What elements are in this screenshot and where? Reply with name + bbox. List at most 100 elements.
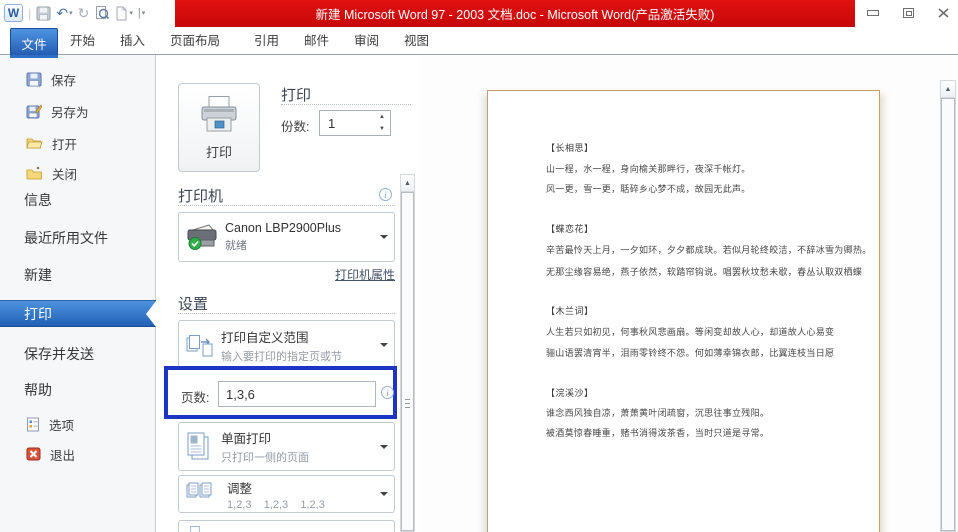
scrollbar-thumb[interactable]	[401, 192, 414, 531]
poem-line: 辛苦最怜天上月，一夕如环，夕夕都成玦。若似月轮终皎洁，不辞冰雪为卿热。	[546, 245, 872, 255]
toolbar-separator: |	[28, 5, 32, 21]
print-preview-icon	[96, 6, 110, 20]
close-folder-icon	[26, 166, 42, 180]
printer-select-dropdown[interactable]: Canon LBP2900Plus 就绪	[178, 212, 395, 262]
restore-button[interactable]	[899, 6, 917, 20]
close-button[interactable]	[934, 6, 952, 20]
sidebar-item-label: 帮助	[24, 382, 52, 398]
print-button-label: 打印	[205, 144, 232, 160]
sidebar-item-info[interactable]: 信息	[0, 188, 156, 212]
printer-device-icon	[187, 224, 217, 250]
collation-title: 调整	[227, 481, 253, 496]
scroll-grip	[405, 399, 410, 400]
close-icon	[937, 8, 949, 18]
sidebar-item-save[interactable]: 保存	[0, 68, 156, 90]
collation-subtitle: 1,2,3 1,2,3 1,2,3	[227, 498, 325, 511]
custom-range-icon	[186, 335, 213, 357]
printer-name: Canon LBP2900Plus	[225, 221, 342, 235]
sidebar-item-options[interactable]: 选项	[0, 413, 156, 435]
range-subtitle: 输入要打印的指定页或节	[221, 350, 342, 363]
sidebar-item-open[interactable]: 打开	[0, 132, 156, 154]
sidebar-item-label: 信息	[24, 192, 52, 208]
spinner-down-icon[interactable]: ▼	[374, 123, 390, 135]
options-icon	[27, 417, 39, 431]
print-settings-panel: 打印 打印 份数: ▲ ▼ 打印机 i Canon LBP2900Plus	[157, 55, 420, 532]
sidebar-item-help[interactable]: 帮助	[0, 378, 156, 402]
sidebar-item-label: 打开	[52, 137, 78, 152]
minimize-icon	[867, 10, 879, 16]
sidebar-item-close[interactable]: 关闭	[0, 162, 156, 184]
collation-dropdown[interactable]: 调整 1,2,3 1,2,3 1,2,3	[178, 475, 395, 513]
sidebar-item-label: 打印	[24, 305, 52, 322]
tab-file[interactable]: 文件	[10, 28, 58, 58]
pages-info-icon[interactable]: i	[381, 386, 394, 399]
scroll-up-icon[interactable]: ▲	[941, 81, 955, 98]
orientation-dropdown-partial[interactable]	[178, 520, 395, 532]
tab-references[interactable]: 引用	[254, 27, 279, 55]
save-button[interactable]	[36, 4, 51, 22]
quick-print-button[interactable]: ▾	[115, 4, 133, 22]
sidebar-item-exit[interactable]: 退出	[0, 443, 156, 465]
sidebar-item-recent[interactable]: 最近所用文件	[0, 226, 156, 250]
title-bar: W | ↶ ▾ ↻ ▾ | ▾ 新建 Microsoft Word 97 - 2…	[0, 0, 958, 27]
tab-home[interactable]: 开始	[70, 27, 95, 55]
spinner-up-icon[interactable]: ▲	[374, 111, 390, 123]
poem-line: 山一程，水一程，身向榆关那畔行，夜深千帐灯。	[546, 164, 751, 174]
undo-dropdown-caret-icon[interactable]: ▾	[69, 9, 73, 17]
preview-scrollbar[interactable]: ▲	[940, 80, 956, 532]
restore-icon	[902, 8, 914, 18]
pages-input[interactable]	[219, 382, 375, 406]
sidebar-item-label: 选项	[49, 418, 75, 433]
print-range-dropdown[interactable]: 打印自定义范围 输入要打印的指定页或节	[178, 320, 395, 370]
settings-scrollbar[interactable]: ▲	[400, 174, 415, 532]
word-logo-icon[interactable]: W	[4, 4, 23, 22]
print-preview-button[interactable]	[94, 4, 110, 22]
sidebar-item-label: 保存并发送	[24, 346, 94, 362]
copies-stepper[interactable]: ▲ ▼	[319, 110, 391, 136]
sidebar-item-print[interactable]: 打印	[0, 300, 156, 327]
quick-print-caret-icon: ▾	[129, 10, 133, 17]
sides-subtitle: 只打印一侧的页面	[221, 452, 309, 464]
print-button[interactable]: 打印	[178, 83, 260, 172]
one-sided-icon	[187, 432, 209, 459]
page-orientation-icon	[190, 526, 200, 532]
scroll-up-icon[interactable]: ▲	[401, 175, 414, 192]
copies-input[interactable]	[320, 111, 374, 135]
sidebar-item-label: 退出	[50, 448, 76, 463]
tab-review[interactable]: 审阅	[354, 27, 379, 55]
range-title: 打印自定义范围	[221, 330, 309, 345]
poem-title: 【木兰词】	[546, 306, 594, 316]
document-icon	[116, 5, 128, 20]
poem-title: 【浣溪沙】	[546, 388, 594, 398]
redo-button[interactable]: ↻	[78, 4, 90, 22]
tab-insert[interactable]: 插入	[120, 27, 145, 55]
range-text: 打印自定义范围 输入要打印的指定页或节	[221, 327, 376, 364]
sidebar-item-new[interactable]: 新建	[0, 263, 156, 287]
divider	[281, 104, 411, 105]
collation-text: 调整 1,2,3 1,2,3 1,2,3	[227, 478, 376, 511]
customize-bar-icon: |	[137, 7, 141, 19]
save-floppy-icon	[36, 6, 51, 20]
scroll-grip	[405, 403, 410, 404]
minimize-button[interactable]	[864, 6, 882, 20]
customize-quick-access-button[interactable]: | ▾	[138, 4, 145, 22]
sidebar-item-save-and-send[interactable]: 保存并发送	[0, 342, 156, 366]
settings-section-heading: 设置	[178, 296, 209, 313]
tab-page-layout[interactable]: 页面布局	[170, 27, 220, 55]
tab-view[interactable]: 视图	[404, 27, 429, 55]
print-sides-dropdown[interactable]: 单面打印 只打印一侧的页面	[178, 422, 395, 471]
printer-properties-link[interactable]: 打印机属性	[335, 266, 395, 283]
undo-button[interactable]: ↶ ▾	[56, 4, 72, 22]
poem-line: 谁念西风独自凉，萧萧黄叶闭疏窗，沉思往事立残阳。	[546, 408, 770, 418]
save-icon	[26, 72, 42, 86]
sides-title: 单面打印	[221, 432, 272, 446]
sidebar-item-save-as[interactable]: 另存为	[0, 100, 156, 122]
pages-field[interactable]	[218, 381, 376, 407]
tab-mailings[interactable]: 邮件	[304, 27, 329, 55]
poem-line: 人生若只如初见，何事秋风悲画扇。等闲变却故人心，却道故人心易变	[546, 327, 835, 337]
scrollbar-thumb[interactable]	[941, 98, 955, 531]
sidebar-item-label: 关闭	[52, 167, 78, 182]
printer-info-icon[interactable]: i	[379, 188, 392, 201]
save-as-icon	[26, 103, 42, 118]
poem-line: 风一更，雪一更，聒碎乡心梦不成，故园无此声。	[546, 184, 751, 194]
